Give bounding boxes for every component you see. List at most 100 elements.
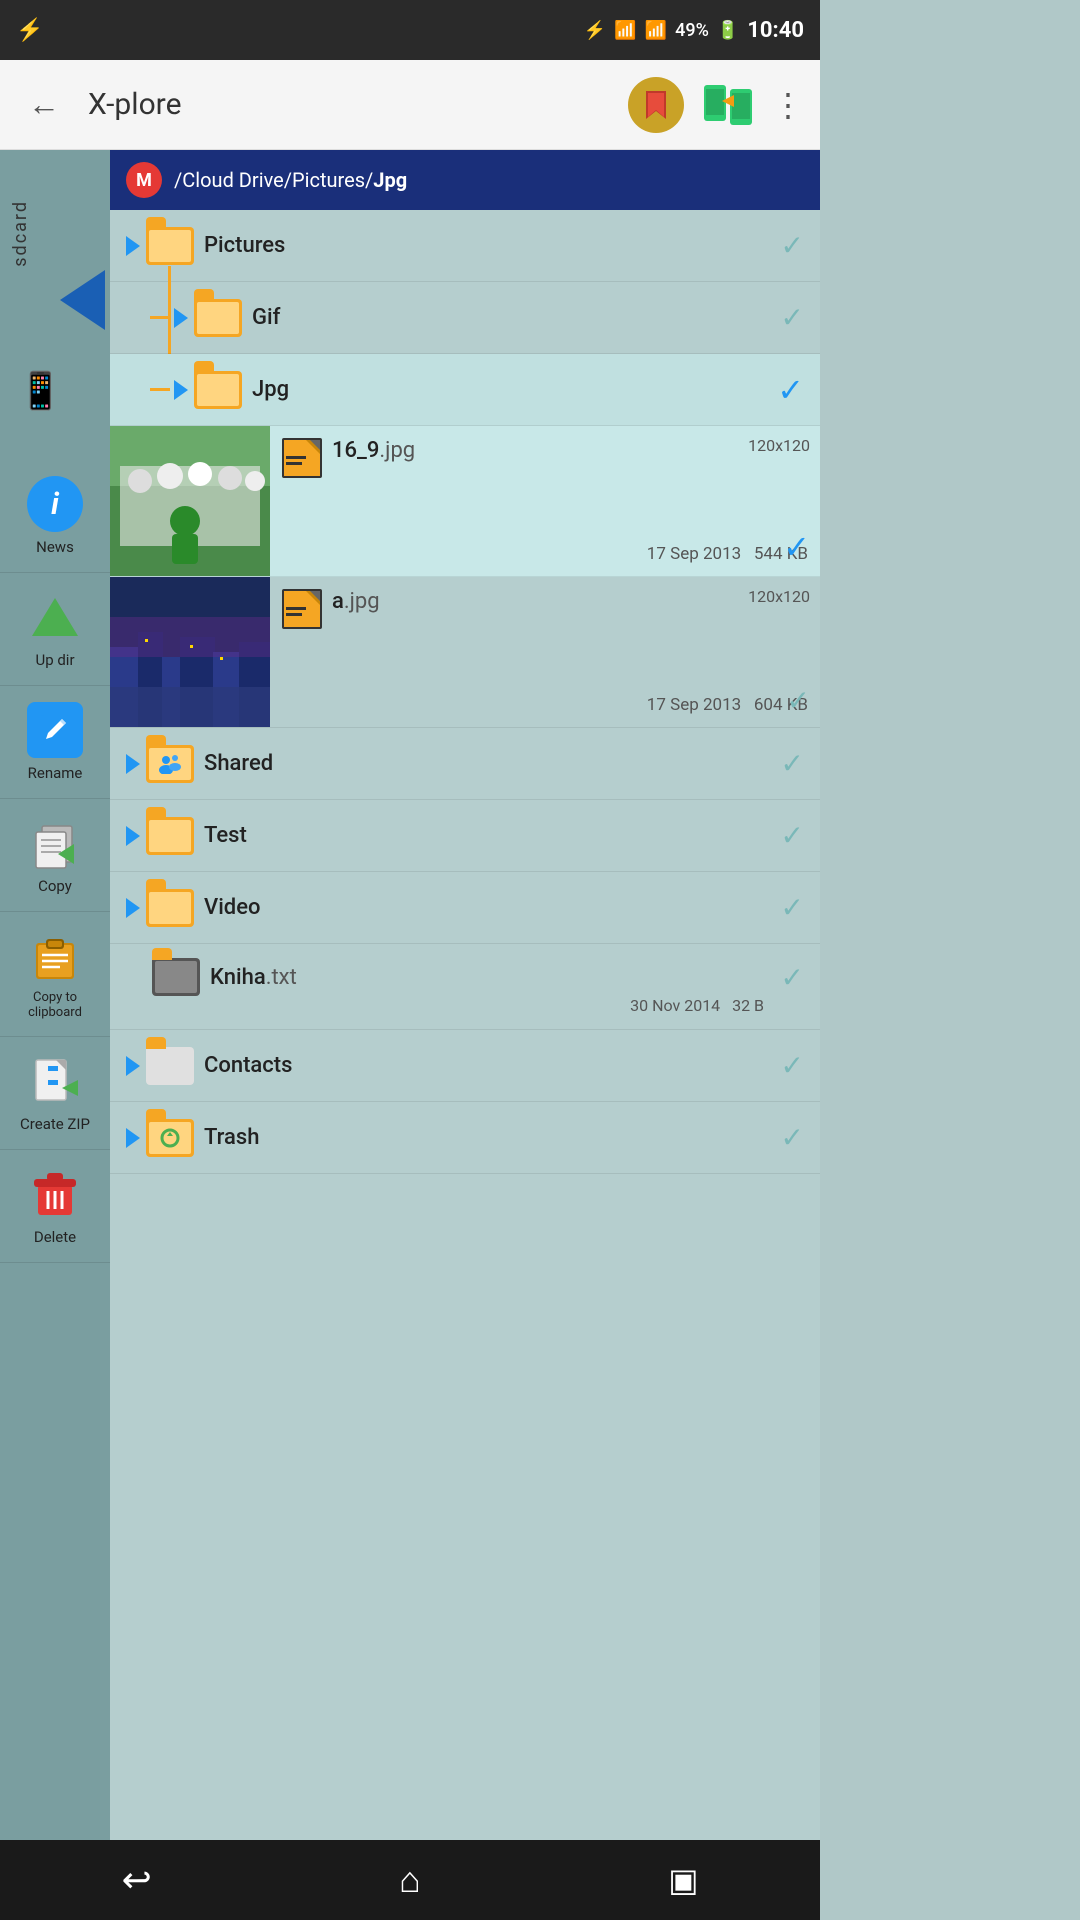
- image-name-text: a: [332, 589, 344, 614]
- image-date: 17 Sep 2013: [647, 695, 741, 715]
- expand-arrow-icon: [126, 826, 140, 846]
- updir-label: Up dir: [35, 651, 74, 669]
- expand-arrow-icon: [174, 308, 188, 328]
- transfer-icon: [700, 77, 756, 133]
- recent-nav-icon: ▣: [668, 1861, 698, 1899]
- sidebar-item-copy[interactable]: Copy: [0, 799, 110, 912]
- clipboard-icon: [27, 928, 83, 984]
- image-date: 17 Sep 2013: [647, 544, 741, 564]
- signal-icon: 📶: [645, 20, 667, 41]
- file-meta: 30 Nov 2014 32 B: [126, 996, 804, 1015]
- sidebar-item-createzip[interactable]: Create ZIP: [0, 1037, 110, 1150]
- rename-label: Rename: [28, 764, 83, 782]
- path-display: /Cloud Drive/Pictures/Jpg: [174, 168, 804, 192]
- image-name-text: 16_9: [332, 438, 379, 463]
- image-dims: 120x120: [748, 436, 810, 455]
- sidebar-item-updir[interactable]: Up dir: [0, 573, 110, 686]
- createzip-label: Create ZIP: [20, 1115, 90, 1133]
- list-item[interactable]: Video ✓: [110, 872, 820, 944]
- list-item[interactable]: Test ✓: [110, 800, 820, 872]
- file-name: Gif: [252, 305, 773, 330]
- usb-icon: ⚡: [16, 18, 43, 43]
- check-mark-icon: ✓: [781, 961, 804, 994]
- sidebar-item-delete[interactable]: Delete: [0, 1150, 110, 1263]
- list-item[interactable]: Shared ✓: [110, 728, 820, 800]
- image-info: 16_9.jpg 120x120 17 Sep 2013 544 KB ✓: [270, 426, 820, 576]
- list-item[interactable]: Trash ✓: [110, 1102, 820, 1174]
- check-mark-icon: ✓: [781, 819, 804, 852]
- list-item[interactable]: Pictures ✓: [110, 210, 820, 282]
- delete-icon: [27, 1166, 83, 1222]
- list-item[interactable]: 16_9.jpg 120x120 17 Sep 2013 544 KB ✓: [110, 426, 820, 577]
- image-info: a.jpg 120x120 17 Sep 2013 604 KB ✓: [270, 577, 820, 727]
- battery-icon: 🔋: [717, 20, 739, 41]
- file-type-icon: [282, 438, 322, 478]
- expand-arrow-icon: [174, 380, 188, 400]
- back-nav-button[interactable]: ↩: [97, 1850, 177, 1910]
- zip-icon: [27, 1053, 83, 1109]
- more-icon: ⋮: [772, 87, 804, 123]
- app-title: X-plore: [88, 87, 612, 122]
- list-item[interactable]: Kniha.txt ✓ 30 Nov 2014 32 B: [110, 944, 820, 1030]
- folder-icon: [146, 1047, 194, 1085]
- sidebar-item-clipboard[interactable]: Copy to clipboard: [0, 912, 110, 1037]
- image-name: a.jpg: [332, 589, 380, 614]
- app-bar: ← X-plore ⋮: [0, 60, 820, 150]
- file-name: Test: [204, 823, 773, 848]
- back-arrow-icon: ←: [28, 86, 60, 123]
- copy-icon: [27, 815, 83, 871]
- file-icon: [152, 958, 200, 996]
- news-label: News: [36, 538, 74, 556]
- image-meta: 17 Sep 2013 544 KB: [282, 544, 808, 564]
- more-menu-button[interactable]: ⋮: [772, 86, 804, 124]
- file-name: Trash: [204, 1125, 773, 1150]
- file-size: 32 B: [732, 996, 764, 1015]
- image-thumbnail: [110, 577, 270, 727]
- list-item[interactable]: Contacts ✓: [110, 1030, 820, 1102]
- file-list: Pictures ✓ Gif ✓: [110, 210, 820, 1840]
- recent-nav-button[interactable]: ▣: [643, 1850, 723, 1910]
- sidebar-item-news[interactable]: i News: [0, 460, 110, 573]
- file-type-icon: [282, 589, 322, 629]
- sdcard-arrow-icon[interactable]: [60, 270, 105, 330]
- main-layout: sdcard 📱 i News Up dir: [0, 150, 820, 1840]
- rename-icon: [27, 702, 83, 758]
- home-nav-button[interactable]: ⌂: [370, 1850, 450, 1910]
- check-mark-icon: ✓: [781, 747, 804, 780]
- path-bar: M /Cloud Drive/Pictures/Jpg: [110, 150, 820, 210]
- list-item[interactable]: Jpg ✓: [110, 354, 820, 426]
- folder-icon: [146, 745, 194, 783]
- sidebar-item-rename[interactable]: Rename: [0, 686, 110, 799]
- bookmark-icon: [640, 89, 672, 121]
- image-ext: .jpg: [379, 438, 415, 463]
- folder-icon: [194, 299, 242, 337]
- file-name: Shared: [204, 751, 773, 776]
- check-mark-icon: ✓: [781, 891, 804, 924]
- list-item[interactable]: a.jpg 120x120 17 Sep 2013 604 KB ✓: [110, 577, 820, 728]
- home-nav-icon: ⌂: [399, 1859, 421, 1901]
- bookmark-button[interactable]: [628, 77, 684, 133]
- transfer-button[interactable]: [700, 77, 756, 133]
- content-panel: M /Cloud Drive/Pictures/Jpg: [110, 150, 820, 1840]
- check-mark-icon: ✓: [777, 371, 804, 409]
- updir-icon: [27, 589, 83, 645]
- back-button[interactable]: ←: [16, 77, 72, 133]
- file-name-text: Kniha: [210, 965, 266, 990]
- folder-icon: [146, 1119, 194, 1157]
- file-name: Contacts: [204, 1053, 773, 1078]
- path-bold: Jpg: [373, 168, 407, 192]
- file-date: 30 Nov 2014: [630, 996, 720, 1015]
- status-bar: ⚡ ⚡ 📶 📶 49% 🔋 10:40: [0, 0, 820, 60]
- image-dims: 120x120: [748, 587, 810, 606]
- expand-arrow-icon: [126, 1128, 140, 1148]
- check-mark-icon: ✓: [787, 684, 810, 717]
- delete-label: Delete: [34, 1228, 76, 1246]
- check-mark-icon: ✓: [781, 301, 804, 334]
- time-display: 10:40: [747, 18, 804, 43]
- news-icon: i: [27, 476, 83, 532]
- wifi-icon: 📶: [614, 20, 636, 41]
- image-name: 16_9.jpg: [332, 438, 415, 463]
- list-item[interactable]: Gif ✓: [110, 282, 820, 354]
- tree-h-line: [150, 316, 170, 319]
- folder-icon: [146, 889, 194, 927]
